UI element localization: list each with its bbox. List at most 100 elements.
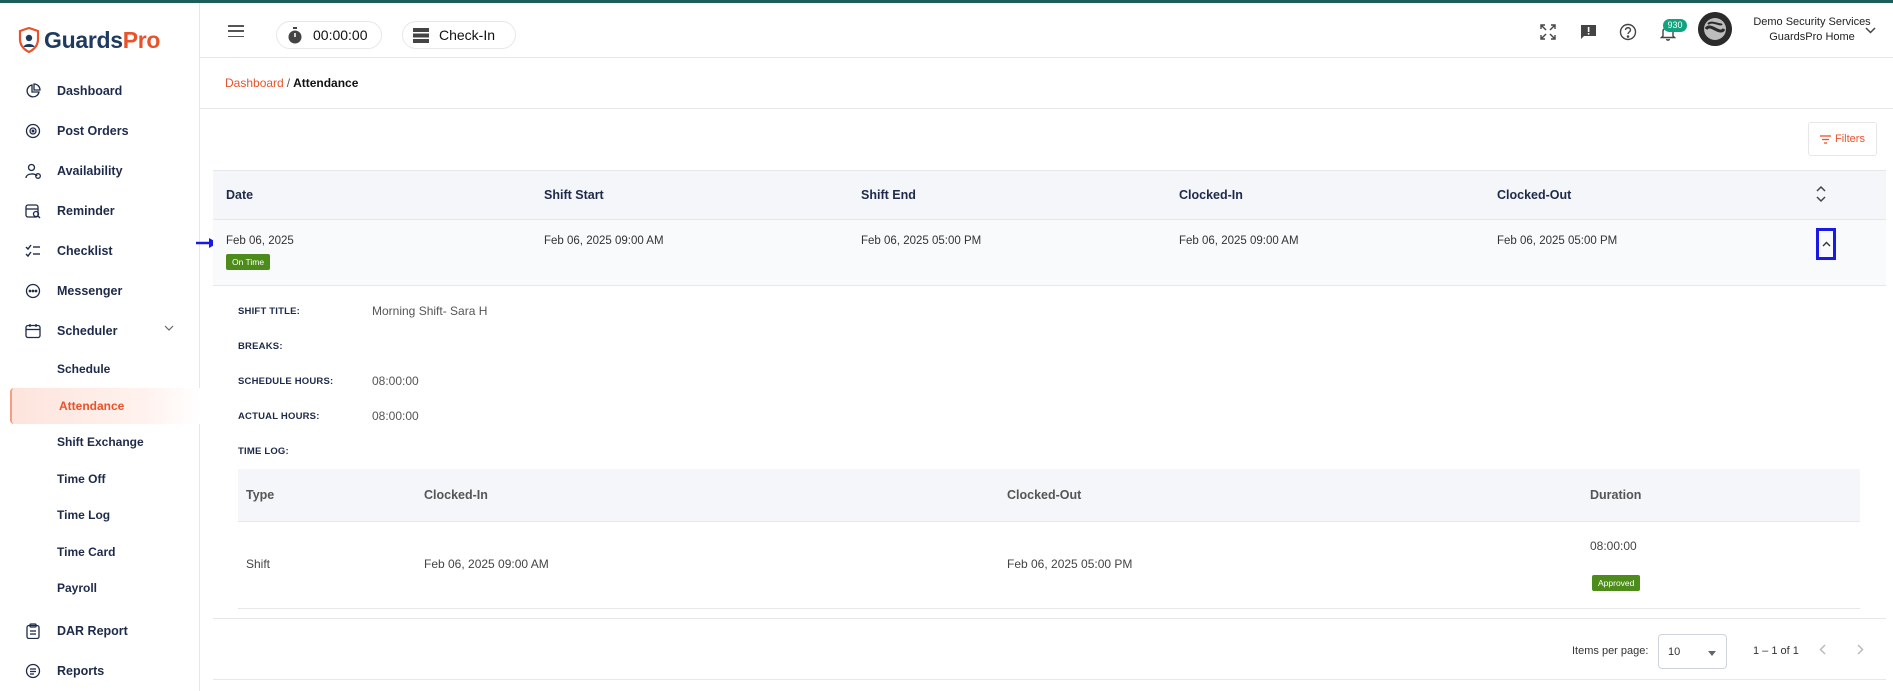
column-header-shift-start[interactable]: Shift Start — [544, 188, 604, 202]
chevron-down-icon[interactable] — [164, 325, 174, 331]
log-clocked-in: Feb 06, 2025 09:00 AM — [424, 557, 549, 571]
report-list-icon — [24, 662, 42, 680]
clipboard-icon — [24, 622, 42, 640]
sidebar-nav: Dashboard Post Orders Availability Remin… — [0, 71, 200, 691]
sidebar-subitem-time-off[interactable]: Time Off — [0, 461, 200, 498]
sidebar: GuardsPro Dashboard Post Orders Availabi… — [0, 3, 200, 691]
column-header-date[interactable]: Date — [226, 188, 253, 202]
sidebar-subitem-time-log[interactable]: Time Log — [0, 497, 200, 534]
attendance-table-row[interactable]: Feb 06, 2025 On Time Feb 06, 2025 09:00 … — [213, 220, 1886, 286]
next-page-button[interactable] — [1852, 641, 1868, 657]
shield-logo-icon — [18, 27, 40, 53]
sidebar-subitem-label: Time Off — [57, 471, 106, 486]
stopwatch-icon — [288, 26, 302, 43]
logo-text-pro: Pro — [122, 26, 161, 53]
site-name: GuardsPro Home — [1769, 31, 1855, 43]
log-column-clocked-out: Clocked-Out — [1007, 488, 1082, 502]
time-log-row: Shift Feb 06, 2025 09:00 AM Feb 06, 2025… — [238, 522, 1860, 609]
log-clocked-out: Feb 06, 2025 05:00 PM — [1007, 557, 1133, 571]
sidebar-item-label: Dashboard — [57, 84, 123, 98]
caret-down-icon — [1708, 651, 1716, 656]
chevron-right-icon — [1856, 643, 1864, 655]
status-badge: On Time — [226, 254, 271, 270]
company-avatar[interactable] — [1698, 12, 1732, 46]
chat-bubble-icon — [24, 282, 42, 300]
sidebar-item-label: Availability — [57, 164, 123, 178]
pie-chart-icon — [24, 82, 42, 100]
row-shift-end: Feb 06, 2025 05:00 PM — [861, 235, 982, 247]
sidebar-subitem-label: Shift Exchange — [57, 435, 144, 450]
breaks-label: BREAKS: — [238, 341, 283, 352]
target-icon — [24, 122, 42, 140]
sidebar-item-label: Post Orders — [57, 124, 129, 138]
sidebar-item-dashboard[interactable]: Dashboard — [0, 71, 200, 111]
schedule-hours-label: SCHEDULE HOURS: — [238, 376, 334, 387]
company-logo-icon — [1698, 12, 1732, 46]
actual-hours-value: 08:00:00 — [372, 409, 419, 423]
sidebar-subitem-time-card[interactable]: Time Card — [0, 534, 200, 571]
items-per-page-label: Items per page: — [1572, 645, 1649, 657]
sidebar-subitem-attendance[interactable]: Attendance — [10, 387, 200, 424]
breadcrumb-bar: Dashboard / Attendance — [200, 57, 1893, 109]
filter-lines-icon — [1820, 134, 1832, 144]
sidebar-subitem-label: Attendance — [59, 398, 125, 413]
expand-all-icon[interactable] — [1816, 185, 1826, 203]
sidebar-item-label: Scheduler — [57, 324, 118, 338]
sidebar-item-scheduler[interactable]: Scheduler — [0, 311, 200, 351]
time-log-table-header: Type Clocked-In Clocked-Out Duration — [238, 469, 1860, 522]
page-range-label: 1 – 1 of 1 — [1753, 645, 1799, 657]
hamburger-menu-icon[interactable] — [228, 25, 244, 37]
checklist-icon — [24, 242, 42, 260]
chevron-down-icon[interactable] — [1865, 27, 1876, 34]
user-clock-icon — [24, 162, 42, 180]
sidebar-item-availability[interactable]: Availability — [0, 151, 200, 191]
row-clocked-out: Feb 06, 2025 05:00 PM — [1497, 235, 1618, 247]
column-header-shift-end[interactable]: Shift End — [861, 188, 916, 202]
log-column-clocked-in: Clocked-In — [424, 488, 488, 502]
sidebar-subitem-label: Payroll — [57, 581, 98, 596]
sidebar-item-label: DAR Report — [57, 623, 128, 638]
logo-text: GuardsPro — [44, 27, 160, 54]
calendar-icon — [24, 322, 42, 340]
sidebar-subitem-payroll[interactable]: Payroll — [0, 570, 200, 607]
sidebar-item-checklist[interactable]: Checklist — [0, 231, 200, 271]
sidebar-subitem-schedule[interactable]: Schedule — [0, 351, 200, 388]
schedule-hours-value: 08:00:00 — [372, 374, 419, 388]
top-header: 00:00:00 Check-In 930 Demo Security Serv… — [200, 3, 1893, 57]
breadcrumb: Dashboard / Attendance — [225, 76, 358, 90]
row-clocked-in: Feb 06, 2025 09:00 AM — [1179, 235, 1299, 247]
sidebar-item-reminder[interactable]: Reminder — [0, 191, 200, 231]
attendance-table-header: Date Shift Start Shift End Clocked-In Cl… — [213, 170, 1886, 220]
breadcrumb-current: Attendance — [293, 76, 359, 90]
collapse-row-button[interactable] — [1816, 228, 1836, 260]
sidebar-item-messenger[interactable]: Messenger — [0, 271, 200, 311]
sidebar-subitem-label: Time Card — [57, 544, 116, 559]
log-column-type: Type — [246, 488, 275, 502]
timer-display[interactable]: 00:00:00 — [276, 21, 382, 49]
row-detail-panel: SHIFT TITLE: Morning Shift- Sara H BREAK… — [213, 286, 1886, 618]
app-logo[interactable]: GuardsPro — [18, 25, 160, 55]
feedback-icon[interactable] — [1578, 22, 1598, 42]
previous-page-button[interactable] — [1814, 641, 1830, 657]
filters-button[interactable]: Filters — [1808, 122, 1877, 156]
log-duration: 08:00:00 — [1590, 539, 1637, 553]
items-per-page-value: 10 — [1668, 646, 1681, 658]
column-header-clocked-in[interactable]: Clocked-In — [1179, 188, 1243, 202]
log-column-duration: Duration — [1590, 488, 1642, 502]
sidebar-item-post-orders[interactable]: Post Orders — [0, 111, 200, 151]
check-in-button[interactable]: Check-In — [402, 21, 516, 49]
items-per-page-select[interactable]: 10 — [1658, 634, 1727, 669]
breadcrumb-link-dashboard[interactable]: Dashboard — [225, 76, 284, 90]
actual-hours-label: ACTUAL HOURS: — [238, 411, 320, 422]
help-icon[interactable] — [1618, 22, 1638, 42]
column-header-clocked-out[interactable]: Clocked-Out — [1497, 188, 1571, 202]
fullscreen-icon[interactable] — [1538, 22, 1558, 42]
row-shift-start: Feb 06, 2025 09:00 AM — [544, 235, 664, 247]
breadcrumb-separator: / — [286, 76, 291, 90]
company-info[interactable]: Demo Security Services GuardsPro Home — [1742, 15, 1882, 45]
calendar-search-icon — [24, 202, 42, 220]
chevron-left-icon — [1818, 643, 1826, 655]
sidebar-subitem-shift-exchange[interactable]: Shift Exchange — [0, 424, 200, 461]
sidebar-item-dar-report[interactable]: DAR Report — [0, 611, 200, 651]
sidebar-item-reports[interactable]: Reports — [0, 651, 200, 691]
